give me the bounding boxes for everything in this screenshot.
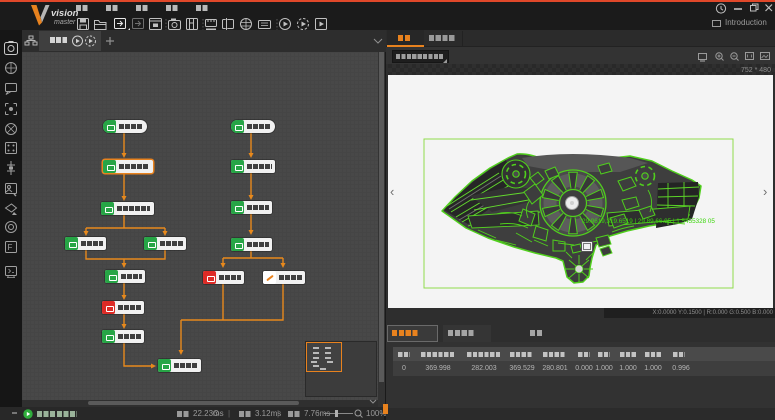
svg-text:F: F [8, 243, 13, 252]
svg-text:29.9619,319.6519 | 29.89,66.05: 29.9619,319.6519 | 29.89,66.05 | 1.54553… [582, 218, 715, 225]
